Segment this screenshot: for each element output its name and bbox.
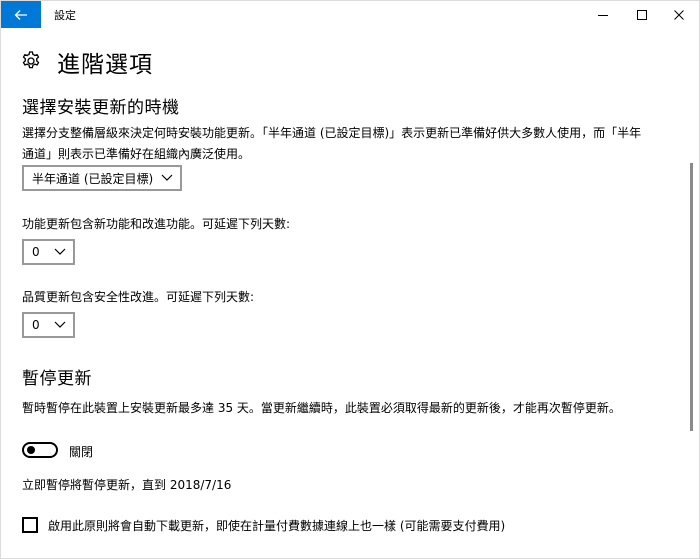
gear-icon bbox=[22, 51, 40, 69]
close-button[interactable] bbox=[662, 1, 696, 28]
pause-updates-toggle[interactable] bbox=[22, 442, 58, 458]
feature-days-dropdown[interactable]: 0 bbox=[22, 239, 75, 265]
pause-section-title: 暫停更新 bbox=[22, 369, 92, 389]
chevron-down-icon bbox=[161, 174, 173, 181]
toggle-knob bbox=[27, 446, 35, 454]
feature-update-label: 功能更新包含新功能和改進功能。可延遲下列天數: bbox=[22, 217, 291, 231]
description-line-1: 選擇分支整備層級來決定何時安裝功能更新。「半年通道 (已設定目標)」表示更新已準… bbox=[22, 126, 642, 140]
minimize-button[interactable] bbox=[586, 1, 620, 28]
close-icon bbox=[674, 9, 684, 20]
channel-dropdown[interactable]: 半年通道 (已設定目標) bbox=[22, 165, 182, 191]
window-title: 設定 bbox=[54, 9, 76, 22]
metered-download-label: 啟用此原則將會自動下載更新，即使在計量付費數據連線上也一樣 (可能需要支付費用) bbox=[48, 519, 506, 533]
back-button[interactable] bbox=[1, 1, 41, 28]
settings-window: 設定 進階選項 選擇安裝更新的時機 選擇分支整備層級來決定何時安裝功能更新。「半… bbox=[0, 0, 700, 559]
description-line-2: 通道」則表示已準備好在組織內廣泛使用。 bbox=[22, 147, 251, 161]
choose-section-description: 選擇分支整備層級來決定何時安裝功能更新。「半年通道 (已設定目標)」表示更新已準… bbox=[22, 123, 672, 165]
maximize-icon bbox=[637, 9, 647, 20]
back-arrow-icon bbox=[14, 9, 27, 20]
chevron-down-icon bbox=[54, 248, 66, 255]
toggle-state-label: 關閉 bbox=[69, 445, 94, 459]
quality-days-value: 0 bbox=[32, 318, 40, 332]
pause-until-text: 立即暫停將暫停更新，直到 2018/7/16 bbox=[22, 478, 232, 492]
metered-download-checkbox[interactable] bbox=[22, 517, 38, 533]
quality-update-label: 品質更新包含安全性改進。可延遲下列天數: bbox=[22, 290, 255, 304]
quality-days-dropdown[interactable]: 0 bbox=[22, 312, 75, 338]
pause-description: 暫時暫停在此裝置上安裝更新最多達 35 天。當更新繼續時，此裝置必須取得最新的更… bbox=[22, 401, 621, 415]
minimize-icon bbox=[598, 14, 608, 16]
title-bar: 設定 bbox=[1, 1, 699, 28]
chevron-down-icon bbox=[54, 321, 66, 328]
feature-days-value: 0 bbox=[32, 245, 40, 259]
choose-section-title: 選擇安裝更新的時機 bbox=[22, 98, 180, 118]
page-title: 進階選項 bbox=[57, 52, 153, 78]
channel-dropdown-value: 半年通道 (已設定目標) bbox=[32, 171, 154, 186]
maximize-button[interactable] bbox=[625, 1, 659, 28]
vertical-scrollbar[interactable] bbox=[690, 163, 693, 431]
